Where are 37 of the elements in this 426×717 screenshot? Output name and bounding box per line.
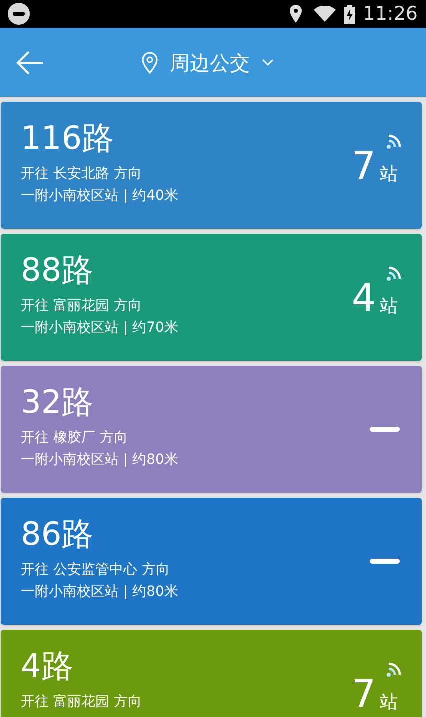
no-data-dash (370, 427, 400, 432)
route-card[interactable]: 32路 开往 橡胶厂 方向 一附小南校区站 | 约80米 (1, 366, 422, 493)
clock: 11:26 (363, 2, 418, 27)
location-dropdown[interactable]: 周边公交 (142, 48, 274, 78)
signal-icon (386, 662, 402, 678)
route-direction: 开往 公安监管中心 方向 (21, 561, 171, 580)
no-data-dash (370, 559, 400, 564)
route-direction: 开往 富丽花园 方向 (21, 297, 143, 316)
battery-icon (344, 4, 356, 24)
wifi-icon (314, 6, 336, 22)
route-direction: 开往 长安北路 方向 (21, 165, 143, 184)
stop-unit: 站 (380, 692, 398, 714)
location-pin-icon (290, 5, 302, 23)
chevron-down-icon (262, 59, 274, 67)
route-name: 4路 (21, 646, 74, 686)
nearest-stop: 一附小南校区站 | 约80米 (21, 583, 180, 602)
nearest-stop: 一附小南校区站 | 约40米 (21, 187, 180, 206)
stop-count: 7 (352, 146, 376, 186)
signal-icon (386, 266, 402, 282)
route-card[interactable]: 116路 开往 长安北路 方向 一附小南校区站 | 约40米 7 站 (1, 102, 422, 229)
route-card[interactable]: 86路 开往 公安监管中心 方向 一附小南校区站 | 约80米 (1, 498, 422, 625)
route-name: 116路 (21, 118, 116, 158)
stop-count: 4 (352, 278, 376, 318)
route-card[interactable]: 4路 开往 富丽花园 方向 7 站 (1, 630, 422, 717)
nearest-stop: 一附小南校区站 | 约70米 (21, 319, 180, 338)
stop-unit: 站 (380, 296, 398, 318)
nearest-stop: 一附小南校区站 | 约80米 (21, 451, 180, 470)
location-pin-icon (142, 52, 158, 74)
route-name: 32路 (21, 382, 95, 422)
route-direction: 开往 橡胶厂 方向 (21, 429, 129, 448)
route-card[interactable]: 88路 开往 富丽花园 方向 一附小南校区站 | 约70米 4 站 (1, 234, 422, 361)
stop-count: 7 (352, 674, 376, 714)
route-name: 88路 (21, 250, 95, 290)
signal-icon (386, 134, 402, 150)
route-name: 86路 (21, 514, 95, 554)
stop-unit: 站 (380, 164, 398, 186)
route-direction: 开往 富丽花园 方向 (21, 693, 143, 712)
